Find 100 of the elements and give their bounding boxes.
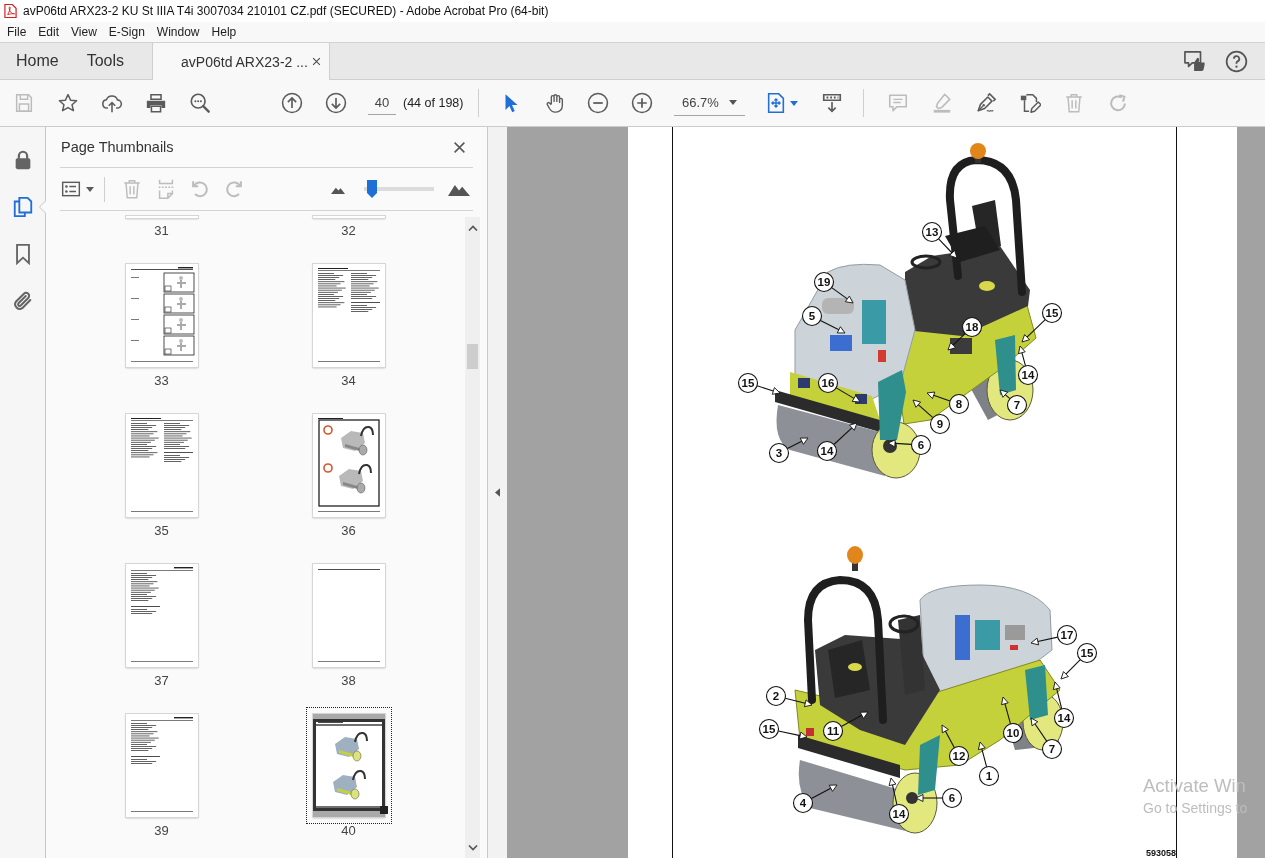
page-thumbnail[interactable]: [312, 564, 385, 667]
seat: [945, 200, 1001, 262]
tab[interactable]: avP06td ARX23-2 ...: [152, 43, 331, 80]
leader-arrow: [999, 389, 1011, 400]
plus-circle-icon: [630, 92, 653, 114]
close-button[interactable]: [310, 55, 323, 68]
page-count-label: (44 of 198): [403, 96, 463, 110]
page-number-label: 31: [154, 224, 169, 238]
page-number-label: 38: [341, 674, 356, 688]
arrow-up-circle-icon: [281, 92, 303, 114]
pdf-file-icon: [4, 3, 17, 19]
page-number-field[interactable]: 40: [368, 91, 396, 115]
callout: 7: [1006, 394, 1028, 416]
page-number-label: 34: [341, 374, 356, 388]
close-icon: [311, 57, 321, 66]
wheel-guard: [878, 370, 906, 440]
close-button[interactable]: [451, 139, 467, 155]
callout: 1: [978, 765, 1000, 787]
steering-wheel: [910, 254, 942, 270]
page-thumbnail[interactable]: [125, 264, 198, 367]
callout: 14: [888, 803, 910, 825]
callout: 6: [941, 787, 963, 809]
circular-arrow-icon: [1107, 92, 1129, 114]
panel-title: Page Thumbnails: [60, 139, 174, 155]
page-number-label: 36: [341, 524, 356, 538]
callout: 15: [737, 372, 759, 394]
printer-icon: [145, 92, 167, 114]
warning-beacon: [847, 546, 863, 571]
leader-arrow: [938, 238, 958, 259]
tab[interactable]: Tools: [72, 43, 139, 79]
leader-arrow: [887, 439, 913, 448]
size-slider[interactable]: [364, 180, 434, 198]
wheel-guard: [918, 735, 940, 795]
callout: 15: [758, 718, 780, 740]
callout: 4: [792, 792, 814, 814]
page-thumbnail[interactable]: [312, 414, 385, 517]
pen-nib-icon: [975, 92, 997, 114]
leader-arrow: [1001, 696, 1012, 725]
pages-icon: [11, 196, 34, 218]
collapse-arrow-icon: [495, 488, 500, 497]
menu-item[interactable]: E-Sign: [102, 24, 151, 40]
page-number-label: 40: [341, 824, 356, 838]
callout: 14: [1017, 364, 1039, 386]
help-icon: [1224, 49, 1248, 73]
menu-item[interactable]: View: [65, 24, 103, 40]
slider-thumb[interactable]: [367, 180, 377, 198]
callout: 17: [1056, 624, 1078, 646]
page-thumbnail[interactable]: [125, 714, 198, 817]
minus-circle-icon: [587, 92, 609, 114]
wheel-guard: [1025, 665, 1048, 720]
window-title: avP06td ARX23-2 KU St IIIA T4i 3007034 210101 CZ.pdf (SECURED) - Adobe Acrobat Pro (64-bit): [23, 4, 549, 18]
chevron-down-icon: [467, 845, 478, 851]
speech-bubble-icon: [887, 92, 909, 114]
menu-item[interactable]: File: [1, 24, 33, 40]
leader-arrow: [1030, 717, 1048, 742]
page-number-label: 37: [154, 674, 169, 688]
callout: 12: [948, 745, 970, 767]
zoom-field[interactable]: 66.7%: [674, 90, 745, 116]
leader-arrow: [1018, 345, 1027, 367]
scrollbar[interactable]: [465, 217, 480, 858]
menu-item[interactable]: Help: [205, 24, 243, 40]
paperclip-icon: [11, 290, 34, 312]
callout: 6: [910, 434, 932, 456]
page-pencil-icon: [1019, 92, 1041, 114]
trash-icon: [121, 178, 143, 200]
leader-arrow: [777, 730, 808, 740]
leader-arrow: [835, 387, 861, 403]
callout: 7: [1041, 738, 1063, 760]
callout: 9: [929, 413, 951, 435]
caret-icon: [86, 186, 94, 192]
page-thumbnail[interactable]: [125, 414, 198, 517]
bar-arrow-down-icon: [821, 92, 843, 114]
leader-arrow: [1021, 319, 1046, 343]
page-thumbnail[interactable]: [125, 564, 198, 667]
callout: 2: [765, 685, 787, 707]
page-thumbnail[interactable]: [312, 264, 385, 367]
warning-beacon: [970, 143, 986, 163]
figure-number: 593058: [1146, 848, 1176, 858]
menu-item[interactable]: Window: [150, 24, 206, 40]
scrollbar-thumb[interactable]: [467, 344, 478, 369]
callout: 14: [1053, 707, 1075, 729]
close-icon: [452, 140, 466, 154]
resize-handle[interactable]: [379, 806, 388, 814]
menu-item[interactable]: Edit: [32, 24, 66, 40]
leader-arrow: [915, 794, 944, 802]
caret-icon: [729, 100, 737, 105]
leader-arrow: [941, 724, 955, 749]
tab[interactable]: Home: [2, 43, 73, 79]
page-number-label: 39: [154, 824, 169, 838]
leader-arrow: [833, 422, 858, 446]
page-number-label: 35: [154, 524, 169, 538]
leader-arrow: [977, 741, 988, 768]
callout: 18: [961, 316, 983, 338]
callout: 8: [948, 393, 970, 415]
leader-arrow: [840, 711, 869, 728]
callout: 16: [817, 372, 839, 394]
leader-arrow: [947, 333, 966, 351]
page-arrows-icon: [765, 92, 787, 114]
callout: 10: [1002, 722, 1024, 744]
callout: 14: [816, 440, 838, 462]
